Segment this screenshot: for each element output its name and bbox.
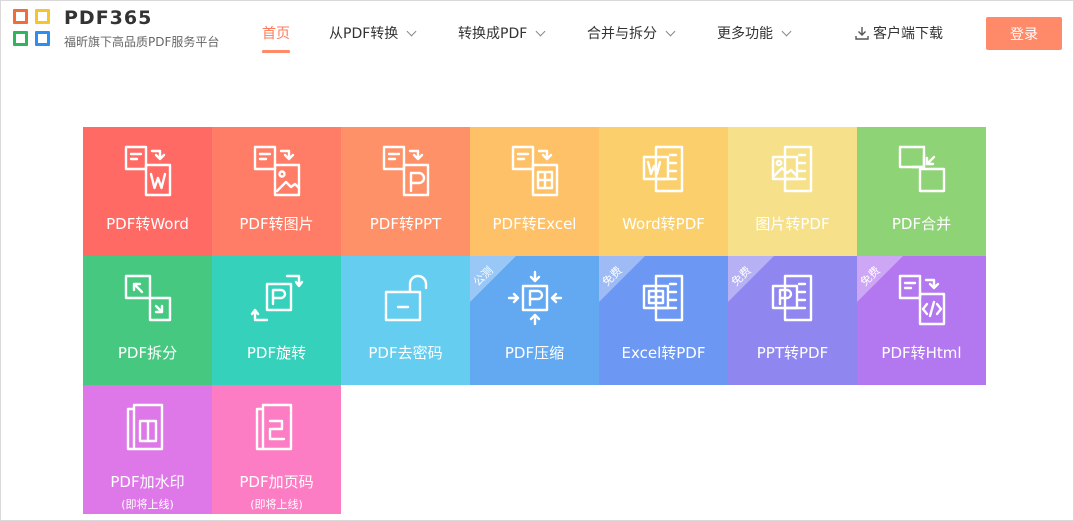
tool-label: PDF压缩 <box>504 344 565 362</box>
tool-tile[interactable]: PDF转Html 免费 <box>857 256 986 385</box>
tool-tile[interactable]: PDF转图片 <box>212 127 341 256</box>
tool-label: PDF旋转 <box>246 344 307 362</box>
logo-square-yellow <box>35 9 50 24</box>
tool-tile[interactable]: PDF转Excel <box>470 127 599 256</box>
nav-label: 合并与拆分 <box>587 26 657 42</box>
pdf-to-image-icon <box>253 145 301 197</box>
tool-label: PDF转PPT <box>369 215 442 233</box>
brand-name[interactable]: PDF365 <box>64 7 152 29</box>
logo-square-green <box>13 31 28 46</box>
nav-merge-split[interactable]: 合并与拆分 <box>587 23 676 43</box>
tool-label: Excel转PDF <box>621 344 706 362</box>
watermark-icon <box>126 403 164 451</box>
nav-label: 从PDF转换 <box>329 26 399 42</box>
nav-more[interactable]: 更多功能 <box>717 23 792 43</box>
tool-tile[interactable]: PDF转Word <box>83 127 212 256</box>
pdf-to-ppt-icon <box>382 145 430 197</box>
pdf-split-icon <box>124 274 172 322</box>
pdf365-logo[interactable] <box>13 9 53 49</box>
tool-coming-soon-note: (即将上线) <box>250 498 303 511</box>
tool-tile[interactable]: Excel转PDF 免费 <box>599 256 728 385</box>
logo-square-orange <box>13 9 28 24</box>
nav-to-pdf[interactable]: 转换成PDF <box>458 23 546 43</box>
nav-label: 更多功能 <box>717 26 773 42</box>
active-underline <box>262 50 290 53</box>
pdf-to-excel-icon <box>511 145 559 197</box>
logo-square-blue <box>35 31 50 46</box>
page-number-icon <box>255 403 293 451</box>
chevron-down-icon <box>665 26 676 37</box>
tool-tile[interactable]: PDF去密码 <box>341 256 470 385</box>
tool-label: PDF去密码 <box>368 344 443 362</box>
tool-tile[interactable]: PDF压缩 公测 <box>470 256 599 385</box>
tool-tile[interactable]: PPT转PDF 免费 <box>728 256 857 385</box>
tool-label: PDF拆分 <box>117 344 178 362</box>
tool-tile[interactable]: PDF旋转 <box>212 256 341 385</box>
pdf-rotate-icon <box>250 274 304 322</box>
tool-label: PPT转PDF <box>756 344 829 362</box>
header: PDF365 福昕旗下高品质PDF服务平台 首页 从PDF转换 转换成PDF 合… <box>1 1 1073 65</box>
tool-tile[interactable]: Word转PDF <box>599 127 728 256</box>
chevron-down-icon <box>406 26 417 37</box>
client-download-link[interactable]: 客户端下载 <box>854 23 943 43</box>
image-to-pdf-icon <box>771 145 813 193</box>
download-icon <box>855 27 869 40</box>
tool-label: PDF加页码 <box>239 473 314 491</box>
tool-tile[interactable]: PDF合并 <box>857 127 986 256</box>
brand-slogan: 福昕旗下高品质PDF服务平台 <box>64 35 220 49</box>
tool-tile[interactable]: 图片转PDF <box>728 127 857 256</box>
tool-label: PDF合并 <box>891 215 952 233</box>
pdf-merge-icon <box>898 145 946 193</box>
download-label: 客户端下载 <box>873 26 943 42</box>
tool-tile[interactable]: PDF拆分 <box>83 256 212 385</box>
tool-tile[interactable]: PDF加水印 (即将上线) <box>83 385 212 514</box>
nav-label: 转换成PDF <box>458 26 528 42</box>
tool-label: 图片转PDF <box>755 215 830 233</box>
tool-coming-soon-note: (即将上线) <box>121 498 174 511</box>
nav-home[interactable]: 首页 <box>262 23 290 53</box>
nav-from-pdf[interactable]: 从PDF转换 <box>329 23 417 43</box>
unlock-icon <box>384 274 428 322</box>
chevron-down-icon <box>781 26 792 37</box>
tool-label: PDF转图片 <box>239 215 314 233</box>
tool-label: PDF转Word <box>106 215 189 233</box>
nav-label: 首页 <box>262 26 290 42</box>
chevron-down-icon <box>535 26 546 37</box>
tool-label: PDF转Html <box>881 344 962 362</box>
tool-tile[interactable]: PDF加页码 (即将上线) <box>212 385 341 514</box>
word-to-pdf-icon <box>642 145 684 193</box>
pdf-to-word-icon <box>124 145 172 197</box>
login-button[interactable]: 登录 <box>986 17 1062 50</box>
tool-label: PDF加水印 <box>110 473 185 491</box>
tool-label: PDF转Excel <box>492 215 577 233</box>
tool-label: Word转PDF <box>622 215 705 233</box>
tool-tile[interactable]: PDF转PPT <box>341 127 470 256</box>
